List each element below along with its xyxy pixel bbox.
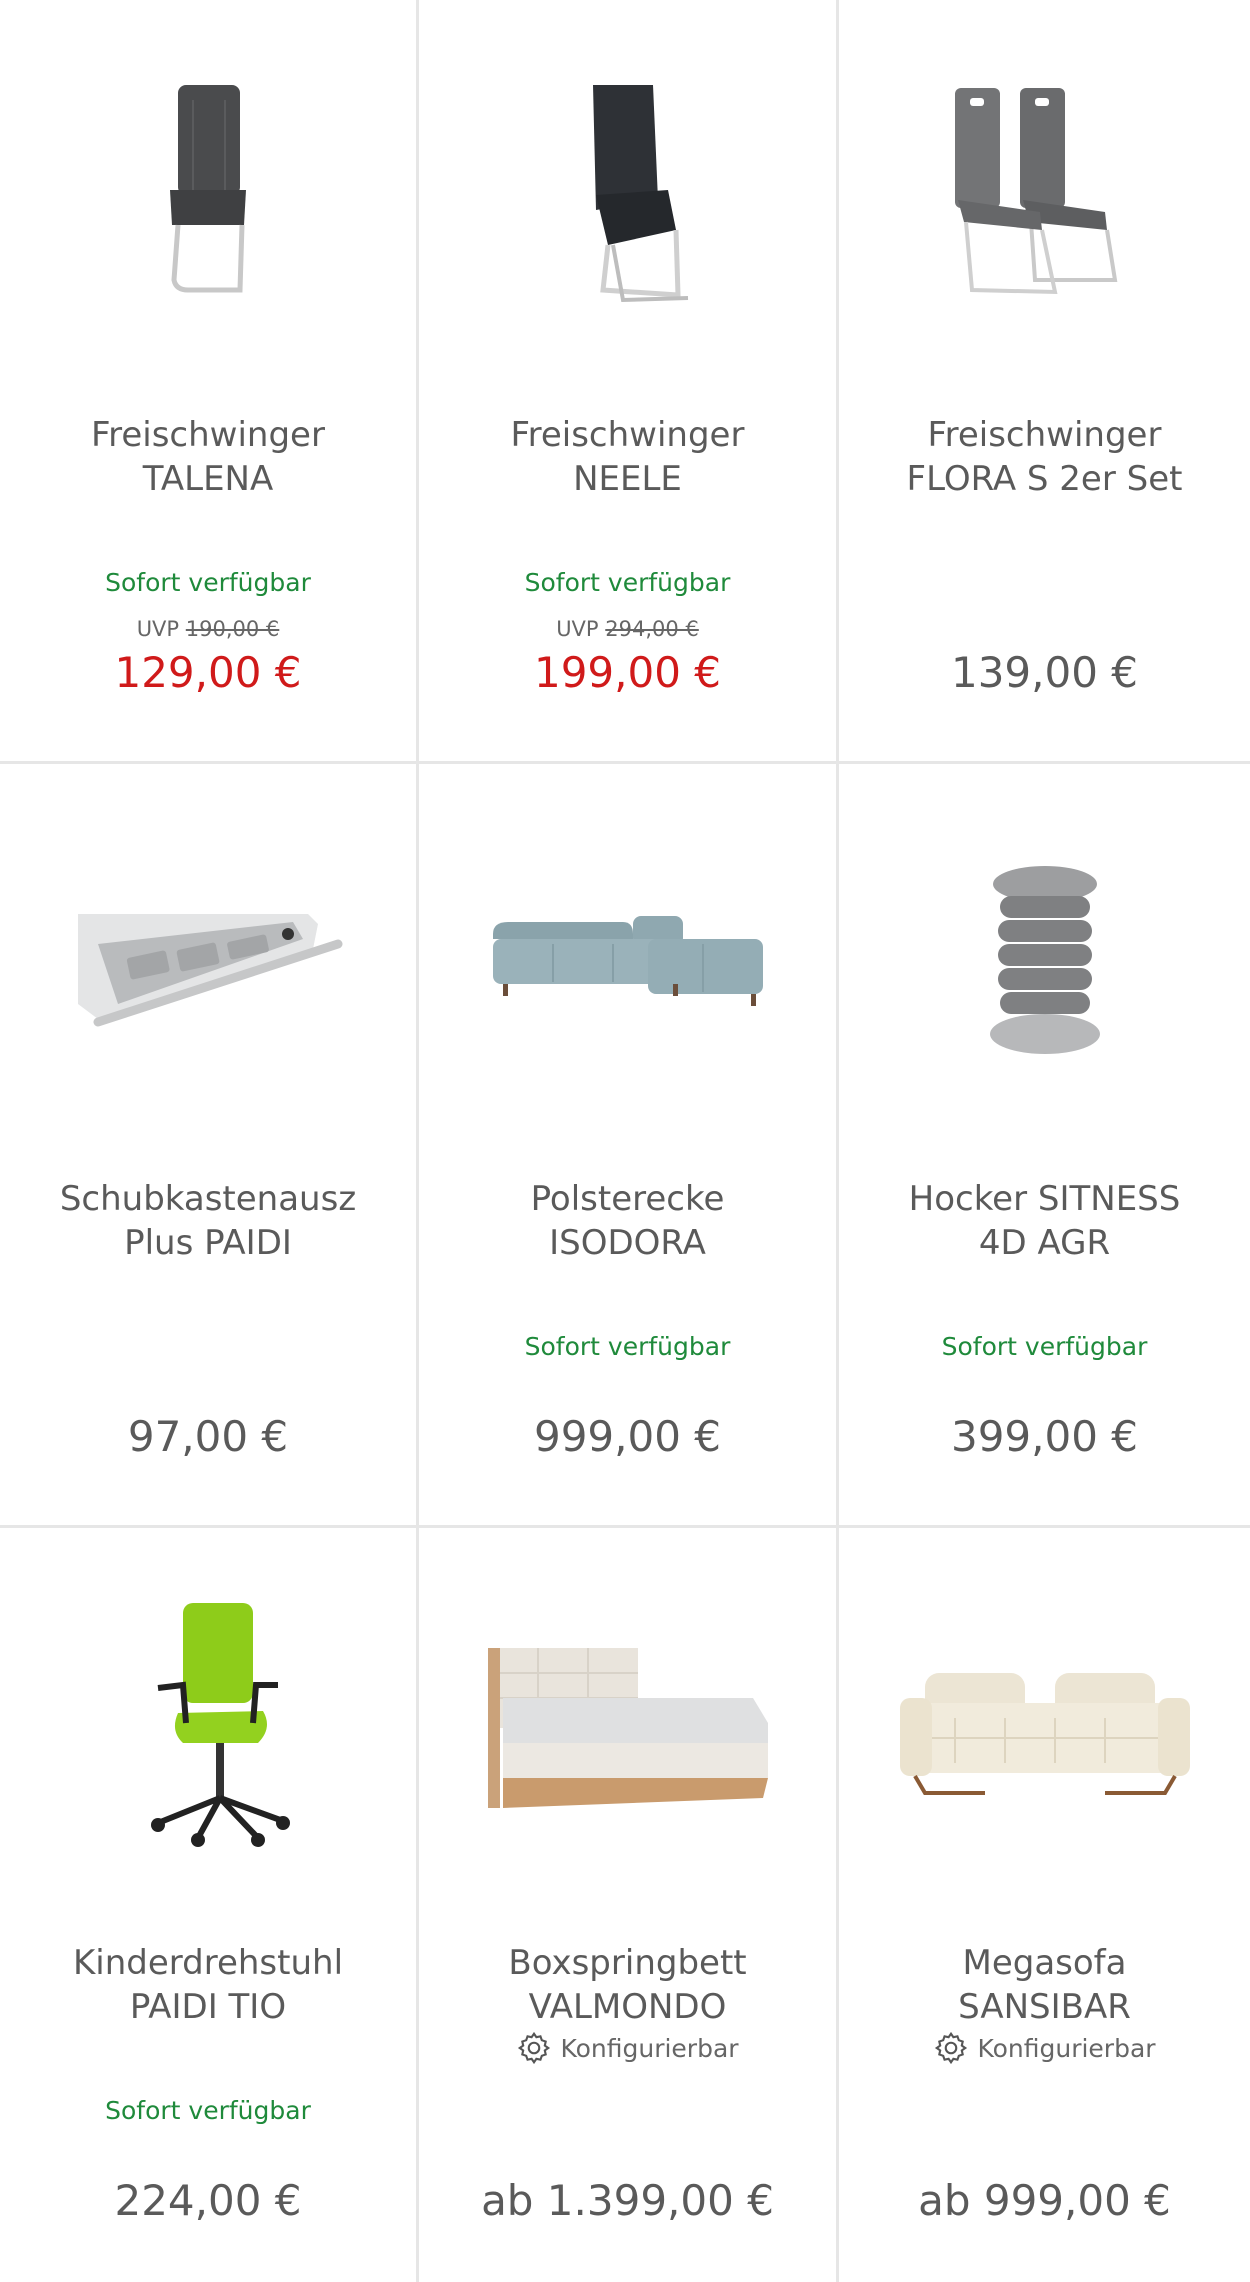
- product-image[interactable]: [0, 1558, 416, 1898]
- availability-text: Sofort verfügbar: [524, 1332, 731, 1361]
- product-price: 139,00 €: [950, 648, 1139, 697]
- configurable-label[interactable]: Konfigurierbar: [419, 2030, 836, 2066]
- product-card[interactable]: Freischwinger FLORA S 2er Set 139,00 €: [839, 0, 1250, 764]
- product-card[interactable]: Schubkastenausz Plus PAIDI 97,00 €: [0, 764, 419, 1528]
- product-title[interactable]: Freischwinger NEELE: [429, 413, 826, 501]
- chair-black-icon: [592, 85, 688, 303]
- product-title[interactable]: Megasofa SANSIBAR: [849, 1941, 1240, 2029]
- uvp-price: UVP 190,00 €: [136, 617, 280, 641]
- product-image[interactable]: [0, 794, 416, 1134]
- chair-dark-icon: [170, 85, 246, 293]
- configurable-text: Konfigurierbar: [977, 2033, 1156, 2063]
- product-card[interactable]: Polsterecke ISODORA Sofort verfügbar 999…: [419, 764, 839, 1528]
- product-title[interactable]: Freischwinger FLORA S 2er Set: [849, 413, 1240, 501]
- product-title[interactable]: Freischwinger TALENA: [10, 413, 406, 501]
- product-price: ab 999,00 €: [918, 2176, 1171, 2225]
- availability-text: Sofort verfügbar: [105, 2096, 311, 2125]
- product-price: 224,00 €: [114, 2176, 302, 2225]
- product-grid: Freischwinger TALENA Sofort verfügbar UV…: [0, 0, 1250, 2282]
- product-image[interactable]: [839, 794, 1250, 1134]
- bed-icon: [487, 1648, 768, 1808]
- uvp-price: UVP 294,00 €: [556, 617, 699, 641]
- product-title[interactable]: Schubkastenausz Plus PAIDI: [10, 1177, 406, 1265]
- product-price: 399,00 €: [950, 1412, 1139, 1461]
- product-image[interactable]: [839, 30, 1250, 370]
- availability-text: Sofort verfügbar: [105, 568, 311, 597]
- stool-icon: [989, 866, 1100, 1054]
- product-card[interactable]: Freischwinger TALENA Sofort verfügbar UV…: [0, 0, 419, 764]
- gear-icon: [518, 2031, 551, 2065]
- sofa-icon: [899, 1673, 1190, 1795]
- product-image[interactable]: [419, 1558, 836, 1898]
- chair-pair-icon: [954, 88, 1117, 295]
- product-card[interactable]: Freischwinger NEELE Sofort verfügbar UVP…: [419, 0, 839, 764]
- product-title[interactable]: Polsterecke ISODORA: [429, 1177, 826, 1265]
- availability-text: Sofort verfügbar: [524, 568, 731, 597]
- drawer-icon: [78, 914, 343, 1027]
- product-title[interactable]: Kinderdrehstuhl PAIDI TIO: [10, 1941, 406, 2029]
- office-chair-icon: [151, 1603, 290, 1847]
- product-image[interactable]: [0, 30, 416, 370]
- product-card[interactable]: Hocker SITNESS 4D AGR Sofort verfügbar 3…: [839, 764, 1250, 1528]
- product-card[interactable]: Kinderdrehstuhl PAIDI TIO Sofort verfügb…: [0, 1528, 419, 2282]
- product-price: 129,00 €: [114, 648, 302, 697]
- product-price: 97,00 €: [127, 1412, 289, 1461]
- product-image[interactable]: [839, 1558, 1250, 1898]
- product-price: 199,00 €: [533, 648, 722, 697]
- product-price: 999,00 €: [533, 1412, 722, 1461]
- availability-text: Sofort verfügbar: [941, 1332, 1148, 1361]
- product-price: ab 1.399,00 €: [481, 2176, 774, 2225]
- product-image[interactable]: [419, 794, 836, 1134]
- product-image[interactable]: [419, 30, 836, 370]
- corner-sofa-icon: [492, 916, 763, 1006]
- configurable-label[interactable]: Konfigurierbar: [839, 2030, 1250, 2066]
- product-title[interactable]: Hocker SITNESS 4D AGR: [849, 1177, 1240, 1265]
- gear-icon: [935, 2031, 968, 2065]
- product-card[interactable]: Boxspringbett VALMONDO Konfigurierbar ab…: [419, 1528, 839, 2282]
- product-title[interactable]: Boxspringbett VALMONDO: [429, 1941, 826, 2029]
- product-card[interactable]: Megasofa SANSIBAR Konfigurierbar ab 999,…: [839, 1528, 1250, 2282]
- configurable-text: Konfigurierbar: [560, 2033, 739, 2063]
